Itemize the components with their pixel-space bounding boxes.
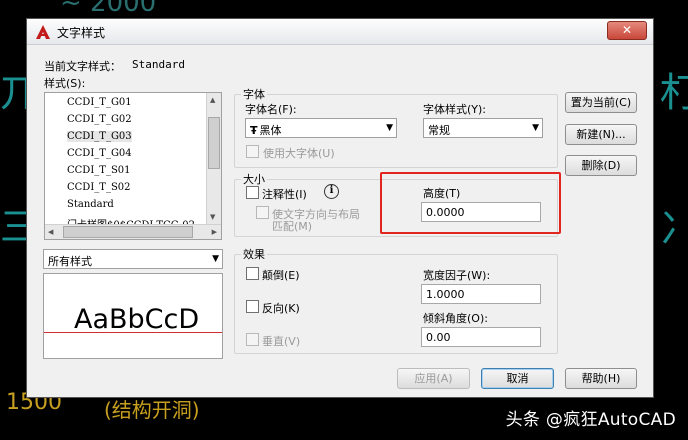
chevron-down-icon: ▼: [212, 254, 219, 264]
oblique-angle-label: 倾斜角度(O):: [423, 312, 488, 325]
width-factor-label: 宽度因子(W):: [423, 269, 491, 282]
style-filter-dropdown[interactable]: 所有样式 ▼: [43, 249, 223, 269]
font-style-value: 常规: [428, 124, 450, 137]
use-big-font-label: 使用大字体(U): [263, 147, 335, 160]
chevron-down-icon: ▼: [532, 123, 539, 133]
style-list-item[interactable]: CCDI_T_S01: [67, 165, 131, 176]
new-style-button[interactable]: 新建(N)...: [565, 124, 637, 145]
scroll-up-icon[interactable]: ▲: [210, 96, 215, 104]
set-current-button[interactable]: 置为当前(C): [565, 92, 637, 113]
style-list-item[interactable]: Standard: [67, 199, 114, 210]
autocad-logo-icon: [36, 25, 50, 39]
oblique-angle-input[interactable]: 0.00: [421, 327, 541, 347]
scroll-right-icon[interactable]: ▶: [212, 228, 217, 236]
style-list-item[interactable]: CCDI_T_S02: [67, 182, 131, 193]
vertical-checkbox[interactable]: [246, 333, 259, 346]
upside-down-checkbox[interactable]: [246, 267, 259, 280]
style-list-vscrollbar[interactable]: ▲ ▼: [206, 93, 221, 224]
watermark: 头条 @疯狂AutoCAD: [505, 410, 676, 430]
upside-down-label: 颠倒(E): [262, 269, 300, 282]
style-list-item[interactable]: CCDI_T_G04: [67, 148, 132, 159]
style-list-item-selected[interactable]: CCDI_T_G03: [67, 131, 132, 142]
styles-label: 样式(S):: [44, 77, 86, 90]
text-style-dialog: 文字样式 ✕ 当前文字样式： Standard 样式(S): CCDI_T_G0…: [26, 18, 654, 398]
scroll-left-icon[interactable]: ◀: [48, 228, 53, 236]
font-name-dropdown[interactable]: Ŧ 黑体 ▼: [245, 118, 397, 138]
backwards-label: 反向(K): [262, 302, 300, 315]
highlight-box: [380, 172, 561, 234]
dialog-titlebar[interactable]: 文字样式 ✕: [27, 19, 653, 45]
font-style-label: 字体样式(Y):: [423, 103, 487, 116]
style-list[interactable]: CCDI_T_G01 CCDI_T_G02 CCDI_T_G03 CCDI_T_…: [44, 92, 222, 240]
style-list-item[interactable]: CCDI_T_G02: [67, 114, 132, 125]
size-group-title: 大小: [241, 171, 267, 187]
font-group-title: 字体: [241, 86, 267, 102]
current-style-value: Standard: [132, 58, 185, 71]
use-big-font-checkbox[interactable]: [246, 145, 259, 158]
dialog-title: 文字样式: [57, 26, 106, 40]
preview-baseline: [44, 332, 222, 333]
truetype-font-icon: Ŧ: [250, 124, 258, 137]
effects-group-title: 效果: [241, 246, 267, 262]
font-style-dropdown[interactable]: 常规 ▼: [423, 118, 543, 138]
annotative-checkbox[interactable]: [246, 186, 259, 199]
font-name-label: 字体名(F):: [245, 103, 297, 116]
cancel-button[interactable]: 取消: [481, 368, 554, 389]
hscroll-thumb[interactable]: [63, 226, 193, 238]
vertical-label: 垂直(V): [262, 335, 301, 348]
style-filter-value: 所有样式: [48, 255, 92, 268]
chevron-down-icon: ▼: [386, 123, 393, 133]
backwards-checkbox[interactable]: [246, 300, 259, 313]
match-orientation-checkbox[interactable]: [256, 206, 269, 219]
preview-text: AaBbCcD: [74, 304, 200, 335]
current-style-label: 当前文字样式：: [44, 60, 121, 73]
close-button[interactable]: ✕: [607, 21, 647, 40]
style-preview: AaBbCcD: [43, 273, 223, 359]
delete-style-button[interactable]: 删除(D): [565, 155, 637, 176]
match-orientation-label-2: 匹配(M): [272, 220, 313, 233]
info-icon[interactable]: i: [324, 184, 339, 199]
scroll-down-icon[interactable]: ▼: [210, 213, 215, 221]
style-list-hscrollbar[interactable]: ◀ ▶: [45, 224, 221, 239]
help-button[interactable]: 帮助(H): [565, 368, 637, 389]
cad-annotation-text: (结构开洞): [104, 398, 200, 422]
apply-button[interactable]: 应用(A): [397, 368, 470, 389]
style-list-item[interactable]: CCDI_T_G01: [67, 97, 132, 108]
annotative-label: 注释性(I): [262, 188, 307, 201]
vscroll-thumb[interactable]: [208, 117, 220, 169]
font-name-value: 黑体: [259, 124, 282, 137]
width-factor-input[interactable]: 1.0000: [421, 284, 541, 304]
